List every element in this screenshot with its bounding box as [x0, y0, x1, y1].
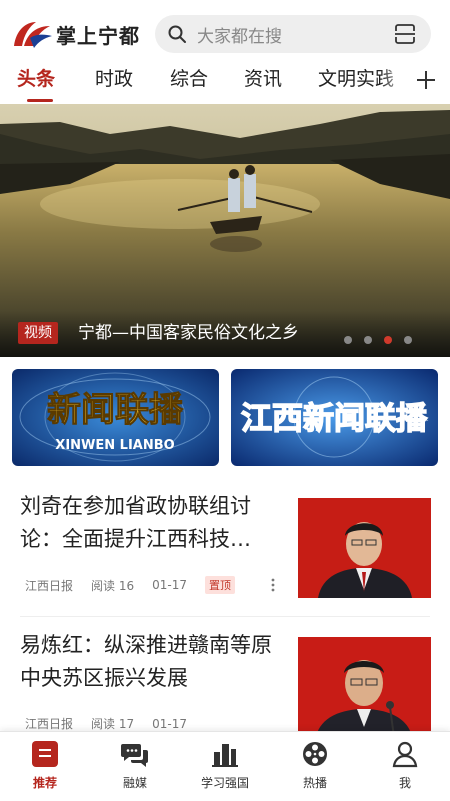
feature-jiangxi-news[interactable]: 江西新闻联播	[231, 369, 438, 466]
article-date: 01-17	[152, 716, 187, 731]
nav-study[interactable]: 学习强国	[180, 732, 270, 801]
pin-badge: 置顶	[204, 576, 235, 594]
nav-media[interactable]: 融媒	[90, 732, 180, 801]
video-badge: 视频	[18, 322, 58, 344]
film-reel-icon	[303, 742, 327, 766]
article-divider	[20, 616, 430, 617]
chat-bubbles-icon	[121, 744, 148, 767]
article-source: 江西日报	[25, 717, 74, 731]
app-name: 掌上宁都	[56, 23, 140, 48]
feature-1-title: 新闻联播	[47, 390, 184, 430]
user-icon	[392, 741, 418, 768]
add-channel-icon[interactable]	[414, 68, 438, 92]
nav-label: 融媒	[122, 776, 147, 790]
article-thumbnail[interactable]	[298, 637, 431, 737]
article-thumbnail[interactable]	[298, 498, 431, 598]
carousel-dot[interactable]	[344, 336, 352, 344]
channel-tabs: 头条 时政 综合 资讯 文明实践	[0, 64, 450, 104]
top-bar: 掌上宁都 大家都在搜	[0, 0, 450, 64]
search-bar[interactable]: 大家都在搜	[155, 15, 431, 53]
carousel-dot[interactable]	[364, 336, 372, 344]
search-icon	[168, 25, 186, 43]
article-source: 江西日报	[25, 578, 74, 593]
tab-politics[interactable]: 时政	[95, 64, 133, 104]
bottom-navigation: 推荐 融媒 学习强国 热播 我	[0, 731, 450, 801]
article-title[interactable]: 易炼红：纵深推进赣南等原中央苏区振兴发展	[20, 629, 275, 695]
article-meta: 江西日报 阅读 16 01-17 置顶	[25, 576, 235, 594]
logo-mark-icon	[14, 22, 52, 48]
article-reads: 阅读 17	[91, 717, 135, 731]
nav-label: 热播	[302, 776, 327, 790]
carousel-dot[interactable]	[404, 336, 412, 344]
banner-title[interactable]: 宁都—中国客家民俗文化之乡	[78, 322, 299, 344]
nav-me[interactable]: 我	[360, 732, 450, 801]
recommend-icon	[32, 741, 58, 767]
nav-label: 我	[398, 776, 411, 790]
carousel-dot-active[interactable]	[384, 336, 392, 344]
buildings-icon	[212, 744, 238, 767]
tab-headline[interactable]: 头条	[17, 64, 55, 104]
article-reads: 阅读 16	[91, 578, 135, 593]
nav-label: 推荐	[32, 776, 57, 790]
active-tab-indicator	[27, 99, 53, 102]
nav-recommend[interactable]: 推荐	[0, 732, 90, 801]
search-placeholder: 大家都在搜	[197, 26, 282, 47]
banner-carousel[interactable]: 视频 宁都—中国客家民俗文化之乡	[0, 104, 450, 357]
tab-general[interactable]: 综合	[170, 64, 208, 104]
feature-xinwen-lianbo[interactable]: 新闻联播 XINWEN LIANBO	[12, 369, 219, 466]
carousel-dots	[344, 336, 412, 344]
feature-1-subtitle: XINWEN LIANBO	[55, 438, 174, 453]
article-date: 01-17	[152, 578, 187, 592]
scan-icon[interactable]	[393, 22, 417, 46]
nav-label: 学习强国	[200, 776, 249, 790]
more-options-icon[interactable]	[270, 577, 276, 593]
tab-fade	[380, 64, 410, 100]
app-logo[interactable]: 掌上宁都	[10, 14, 150, 54]
tab-news[interactable]: 资讯	[244, 64, 282, 104]
nav-hot[interactable]: 热播	[270, 732, 360, 801]
article-title[interactable]: 刘奇在参加省政协联组讨论：全面提升江西科技…	[20, 490, 275, 556]
article-meta: 江西日报 阅读 17 01-17	[25, 715, 205, 732]
feature-2-title: 江西新闻联播	[241, 401, 428, 437]
